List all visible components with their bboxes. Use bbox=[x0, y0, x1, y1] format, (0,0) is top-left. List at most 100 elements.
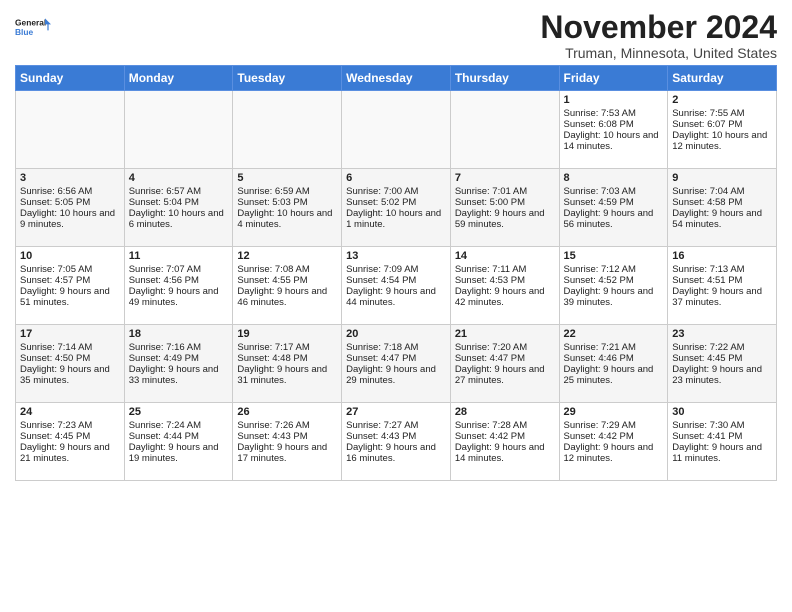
table-row: 5Sunrise: 6:59 AMSunset: 5:03 PMDaylight… bbox=[233, 169, 342, 247]
day-info: Daylight: 9 hours and 49 minutes. bbox=[129, 286, 229, 308]
col-thursday: Thursday bbox=[450, 66, 559, 91]
table-row bbox=[342, 91, 451, 169]
day-info: Sunset: 4:57 PM bbox=[20, 275, 120, 286]
table-row: 27Sunrise: 7:27 AMSunset: 4:43 PMDayligh… bbox=[342, 403, 451, 481]
day-info: Sunrise: 7:16 AM bbox=[129, 342, 229, 353]
day-info: Sunrise: 7:04 AM bbox=[672, 186, 772, 197]
day-info: Daylight: 9 hours and 21 minutes. bbox=[20, 442, 120, 464]
day-number: 15 bbox=[564, 250, 664, 262]
table-row: 6Sunrise: 7:00 AMSunset: 5:02 PMDaylight… bbox=[342, 169, 451, 247]
day-info: Sunset: 4:45 PM bbox=[20, 431, 120, 442]
day-info: Daylight: 9 hours and 17 minutes. bbox=[237, 442, 337, 464]
day-info: Daylight: 10 hours and 9 minutes. bbox=[20, 208, 120, 230]
day-number: 9 bbox=[672, 172, 772, 184]
month-title: November 2024 bbox=[540, 10, 777, 45]
day-info: Sunrise: 7:55 AM bbox=[672, 108, 772, 119]
day-info: Sunset: 4:47 PM bbox=[346, 353, 446, 364]
day-info: Sunrise: 7:05 AM bbox=[20, 264, 120, 275]
day-info: Sunset: 6:07 PM bbox=[672, 119, 772, 130]
day-info: Daylight: 9 hours and 12 minutes. bbox=[564, 442, 664, 464]
day-info: Daylight: 9 hours and 25 minutes. bbox=[564, 364, 664, 386]
day-info: Sunrise: 7:11 AM bbox=[455, 264, 555, 275]
day-number: 23 bbox=[672, 328, 772, 340]
col-wednesday: Wednesday bbox=[342, 66, 451, 91]
table-row: 23Sunrise: 7:22 AMSunset: 4:45 PMDayligh… bbox=[668, 325, 777, 403]
table-row: 3 Sunrise: 6:56 AMSunset: 5:05 PMDaylight… bbox=[16, 169, 125, 247]
day-info: Daylight: 9 hours and 27 minutes. bbox=[455, 364, 555, 386]
col-saturday: Saturday bbox=[668, 66, 777, 91]
table-row: 17Sunrise: 7:14 AMSunset: 4:50 PMDayligh… bbox=[16, 325, 125, 403]
table-row bbox=[450, 91, 559, 169]
day-info: Daylight: 9 hours and 42 minutes. bbox=[455, 286, 555, 308]
day-number: 17 bbox=[20, 328, 120, 340]
day-number: 25 bbox=[129, 406, 229, 418]
day-info: Daylight: 10 hours and 1 minute. bbox=[346, 208, 446, 230]
col-sunday: Sunday bbox=[16, 66, 125, 91]
logo-svg: General Blue bbox=[15, 10, 51, 46]
day-number: 28 bbox=[455, 406, 555, 418]
table-row: 26Sunrise: 7:26 AMSunset: 4:43 PMDayligh… bbox=[233, 403, 342, 481]
day-number: 18 bbox=[129, 328, 229, 340]
day-info: Daylight: 9 hours and 31 minutes. bbox=[237, 364, 337, 386]
day-info: Sunset: 4:46 PM bbox=[564, 353, 664, 364]
day-number: 8 bbox=[564, 172, 664, 184]
day-info: Daylight: 9 hours and 54 minutes. bbox=[672, 208, 772, 230]
day-info: Sunset: 4:56 PM bbox=[129, 275, 229, 286]
day-info: Daylight: 9 hours and 14 minutes. bbox=[455, 442, 555, 464]
day-number: 16 bbox=[672, 250, 772, 262]
day-info: Daylight: 9 hours and 51 minutes. bbox=[20, 286, 120, 308]
day-info: Sunset: 4:59 PM bbox=[564, 197, 664, 208]
day-number: 6 bbox=[346, 172, 446, 184]
table-row bbox=[233, 91, 342, 169]
day-info: Sunrise: 7:14 AM bbox=[20, 342, 120, 353]
day-info: Sunrise: 7:23 AM bbox=[20, 420, 120, 431]
day-info: Daylight: 9 hours and 11 minutes. bbox=[672, 442, 772, 464]
day-info: Daylight: 10 hours and 12 minutes. bbox=[672, 130, 772, 152]
day-info: Daylight: 9 hours and 39 minutes. bbox=[564, 286, 664, 308]
day-info: Sunset: 6:08 PM bbox=[564, 119, 664, 130]
svg-text:Blue: Blue bbox=[15, 27, 34, 37]
col-friday: Friday bbox=[559, 66, 668, 91]
table-row: 7Sunrise: 7:01 AMSunset: 5:00 PMDaylight… bbox=[450, 169, 559, 247]
day-info: Sunset: 4:42 PM bbox=[455, 431, 555, 442]
day-info: Sunset: 5:05 PM bbox=[20, 197, 120, 208]
day-info: Sunrise: 6:56 AM bbox=[20, 186, 120, 197]
day-info: Daylight: 9 hours and 23 minutes. bbox=[672, 364, 772, 386]
table-row: 30Sunrise: 7:30 AMSunset: 4:41 PMDayligh… bbox=[668, 403, 777, 481]
day-info: Sunset: 4:42 PM bbox=[564, 431, 664, 442]
day-info: Sunrise: 7:12 AM bbox=[564, 264, 664, 275]
day-info: Sunrise: 7:24 AM bbox=[129, 420, 229, 431]
day-info: Daylight: 9 hours and 16 minutes. bbox=[346, 442, 446, 464]
day-info: Daylight: 9 hours and 33 minutes. bbox=[129, 364, 229, 386]
table-row: 9Sunrise: 7:04 AMSunset: 4:58 PMDaylight… bbox=[668, 169, 777, 247]
table-row: 13Sunrise: 7:09 AMSunset: 4:54 PMDayligh… bbox=[342, 247, 451, 325]
day-number: 3 bbox=[20, 172, 120, 184]
day-info: Daylight: 9 hours and 56 minutes. bbox=[564, 208, 664, 230]
table-row: 1Sunrise: 7:53 AMSunset: 6:08 PMDaylight… bbox=[559, 91, 668, 169]
day-info: Sunset: 4:48 PM bbox=[237, 353, 337, 364]
day-info: Sunset: 4:49 PM bbox=[129, 353, 229, 364]
day-number: 10 bbox=[20, 250, 120, 262]
table-row: 14 Sunrise: 7:11 AMSunset: 4:53 PMDayligh… bbox=[450, 247, 559, 325]
day-info: Daylight: 9 hours and 44 minutes. bbox=[346, 286, 446, 308]
day-info: Sunrise: 7:53 AM bbox=[564, 108, 664, 119]
table-row: 11Sunrise: 7:07 AMSunset: 4:56 PMDayligh… bbox=[124, 247, 233, 325]
day-number: 26 bbox=[237, 406, 337, 418]
title-section: November 2024 Truman, Minnesota, United … bbox=[540, 10, 777, 61]
day-number: 7 bbox=[455, 172, 555, 184]
table-row: 29Sunrise: 7:29 AMSunset: 4:42 PMDayligh… bbox=[559, 403, 668, 481]
day-info: Sunrise: 6:57 AM bbox=[129, 186, 229, 197]
svg-text:General: General bbox=[15, 18, 46, 28]
header-row: Sunday Monday Tuesday Wednesday Thursday… bbox=[16, 66, 777, 91]
table-row: 10 Sunrise: 7:05 AMSunset: 4:57 PMDayligh… bbox=[16, 247, 125, 325]
day-info: Daylight: 9 hours and 19 minutes. bbox=[129, 442, 229, 464]
day-info: Sunset: 4:51 PM bbox=[672, 275, 772, 286]
day-number: 14 bbox=[455, 250, 555, 262]
page-container: General Blue November 2024 Truman, Minne… bbox=[0, 0, 792, 491]
day-info: Sunset: 4:50 PM bbox=[20, 353, 120, 364]
table-row bbox=[16, 91, 125, 169]
day-info: Sunset: 4:53 PM bbox=[455, 275, 555, 286]
day-number: 5 bbox=[237, 172, 337, 184]
day-info: Daylight: 10 hours and 14 minutes. bbox=[564, 130, 664, 152]
day-info: Sunrise: 7:00 AM bbox=[346, 186, 446, 197]
